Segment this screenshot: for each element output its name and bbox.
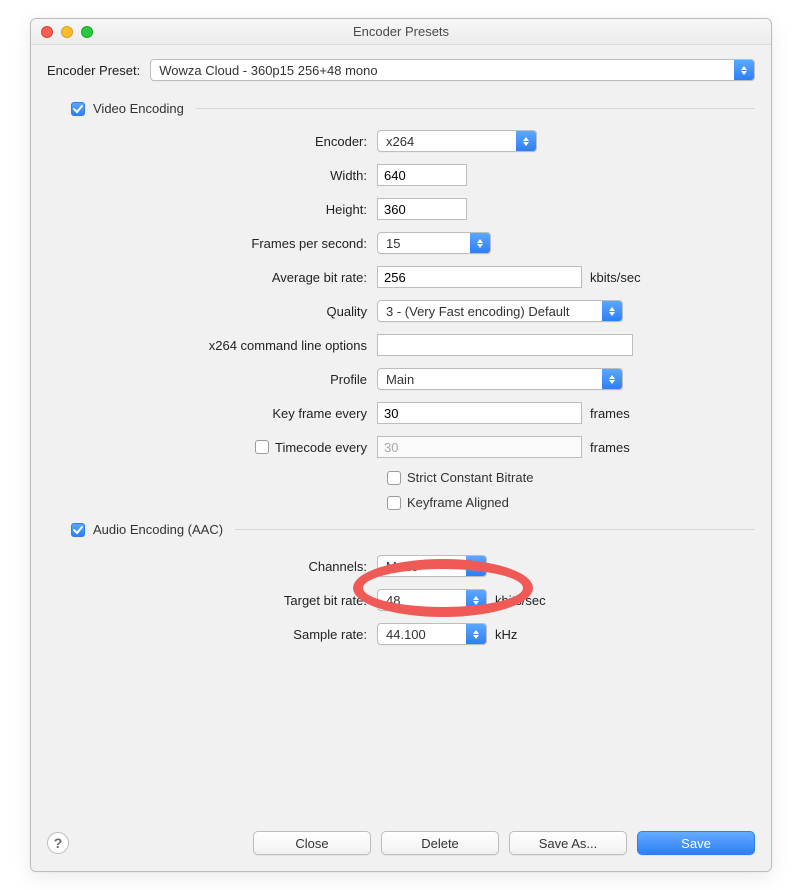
encoder-preset-label: Encoder Preset: — [47, 63, 140, 78]
titlebar: Encoder Presets — [31, 19, 771, 45]
dropdown-caret-icon — [470, 233, 490, 253]
target-bitrate-select[interactable]: 48 — [377, 589, 487, 611]
window-title: Encoder Presets — [31, 24, 771, 39]
width-label: Width: — [47, 168, 377, 183]
timecode-suffix: frames — [590, 440, 630, 455]
help-icon: ? — [54, 835, 63, 851]
avg-bitrate-suffix: kbits/sec — [590, 270, 641, 285]
profile-label: Profile — [47, 372, 377, 387]
delete-button[interactable]: Delete — [381, 831, 499, 855]
sample-rate-label: Sample rate: — [47, 627, 377, 642]
dropdown-caret-icon — [516, 131, 536, 151]
dropdown-caret-icon — [466, 590, 486, 610]
quality-select[interactable]: 3 - (Very Fast encoding) Default — [377, 300, 623, 322]
quality-label: Quality — [47, 304, 377, 319]
cmdline-input[interactable] — [377, 334, 633, 356]
strict-cbr-checkbox[interactable] — [387, 471, 401, 485]
encoder-label: Encoder: — [47, 134, 377, 149]
cmdline-label: x264 command line options — [47, 338, 377, 353]
fps-select[interactable]: 15 — [377, 232, 491, 254]
help-button[interactable]: ? — [47, 832, 69, 854]
keyframe-aligned-checkbox[interactable] — [387, 496, 401, 510]
width-input[interactable] — [377, 164, 467, 186]
target-bitrate-suffix: kbits/sec — [495, 593, 546, 608]
audio-encoding-section-header: Audio Encoding (AAC) — [47, 522, 755, 537]
dropdown-caret-icon — [734, 60, 754, 80]
fps-label: Frames per second: — [47, 236, 377, 251]
keyframe-input[interactable] — [377, 402, 582, 424]
encoder-presets-window: Encoder Presets Encoder Preset: Wowza Cl… — [30, 18, 772, 872]
profile-select[interactable]: Main — [377, 368, 623, 390]
sample-rate-select[interactable]: 44.100 — [377, 623, 487, 645]
video-encoding-section-header: Video Encoding — [47, 101, 755, 116]
height-input[interactable] — [377, 198, 467, 220]
timecode-label: Timecode every — [275, 440, 367, 455]
avg-bitrate-input[interactable] — [377, 266, 582, 288]
dropdown-caret-icon — [602, 369, 622, 389]
save-button[interactable]: Save — [637, 831, 755, 855]
channels-select[interactable]: Mono — [377, 555, 487, 577]
keyframe-aligned-label: Keyframe Aligned — [407, 495, 509, 510]
keyframe-label: Key frame every — [47, 406, 377, 421]
save-as-button[interactable]: Save As... — [509, 831, 627, 855]
timecode-input — [377, 436, 582, 458]
avg-bitrate-label: Average bit rate: — [47, 270, 377, 285]
encoder-preset-select[interactable]: Wowza Cloud - 360p15 256+48 mono — [150, 59, 755, 81]
audio-encoding-checkbox[interactable] — [71, 523, 85, 537]
height-label: Height: — [47, 202, 377, 217]
strict-cbr-label: Strict Constant Bitrate — [407, 470, 533, 485]
timecode-checkbox[interactable] — [255, 440, 269, 454]
encoder-preset-value: Wowza Cloud - 360p15 256+48 mono — [151, 60, 734, 80]
keyframe-suffix: frames — [590, 406, 630, 421]
channels-label: Channels: — [47, 559, 377, 574]
encoder-select[interactable]: x264 — [377, 130, 537, 152]
video-encoding-label: Video Encoding — [93, 101, 184, 116]
target-bitrate-label: Target bit rate: — [47, 593, 377, 608]
dropdown-caret-icon — [466, 556, 486, 576]
sample-rate-suffix: kHz — [495, 627, 517, 642]
dropdown-caret-icon — [602, 301, 622, 321]
video-encoding-checkbox[interactable] — [71, 102, 85, 116]
audio-encoding-label: Audio Encoding (AAC) — [93, 522, 223, 537]
dropdown-caret-icon — [466, 624, 486, 644]
close-button[interactable]: Close — [253, 831, 371, 855]
